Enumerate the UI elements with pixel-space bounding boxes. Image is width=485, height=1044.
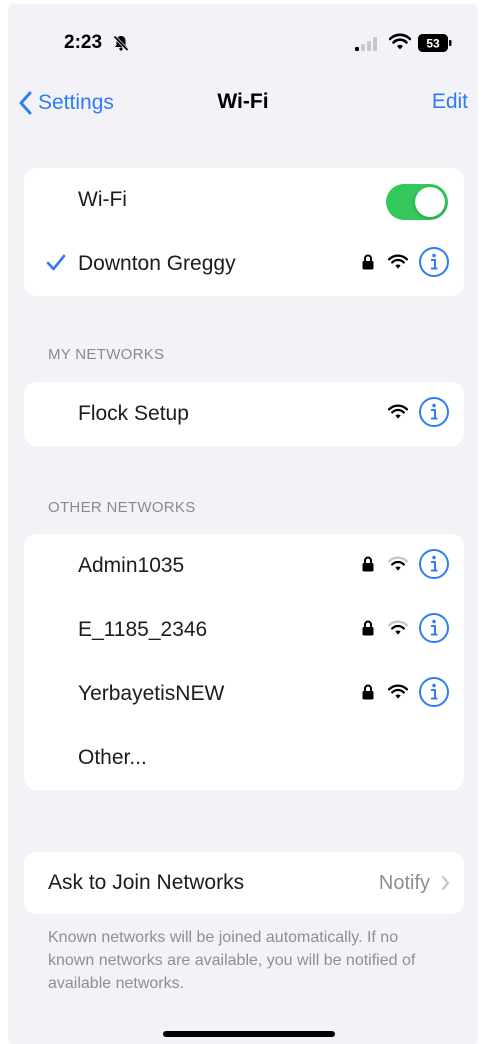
- connected-network-row[interactable]: Downton Greggy: [24, 232, 464, 296]
- ask-to-join-label: Ask to Join Networks: [48, 871, 245, 894]
- network-row[interactable]: E_1185_2346: [24, 598, 464, 662]
- ask-to-join-value: Notify: [378, 872, 430, 894]
- network-status-icons: [362, 598, 450, 662]
- network-row[interactable]: Flock Setup: [24, 382, 464, 446]
- my-networks-card: Flock Setup: [24, 382, 464, 446]
- wifi-signal-icon: [387, 684, 409, 705]
- chevron-right-icon: [441, 875, 450, 896]
- battery-level: 53: [426, 37, 440, 51]
- cellular-signal-icon: [355, 37, 379, 56]
- phone-screen: 2:23 53 Settings Wi-Fi Edit Wi-Fi Downto…: [8, 4, 478, 1044]
- lock-icon: [362, 254, 374, 275]
- info-icon[interactable]: [418, 548, 450, 585]
- other-networks-header: OTHER NETWORKS: [48, 499, 196, 516]
- wifi-signal-icon: [387, 404, 409, 425]
- connected-network-name: Downton Greggy: [78, 252, 236, 275]
- wifi-toggle-label: Wi-Fi: [78, 188, 127, 211]
- network-status-icons: [362, 534, 450, 598]
- checkmark-icon: [46, 254, 66, 277]
- other-networks-card: Admin1035 E_1185_2346 YerbayetisNEW Othe…: [24, 534, 464, 790]
- ask-to-join-row[interactable]: Ask to Join Networks Notify: [24, 852, 464, 914]
- network-status-icons: [362, 662, 450, 726]
- ask-to-join-footnote: Known networks will be joined automatica…: [48, 929, 416, 992]
- wifi-signal-icon: [387, 254, 409, 275]
- network-name: E_1185_2346: [78, 618, 208, 641]
- my-networks-header: MY NETWORKS: [48, 346, 165, 363]
- wifi-signal-icon: [387, 620, 409, 641]
- wifi-signal-icon: [387, 556, 409, 577]
- wifi-card: Wi-Fi Downton Greggy: [24, 168, 464, 296]
- wifi-toggle[interactable]: [386, 184, 448, 220]
- network-name: Flock Setup: [78, 402, 189, 425]
- info-icon[interactable]: [418, 246, 450, 283]
- network-name: Admin1035: [78, 554, 185, 577]
- status-wifi-icon: [388, 33, 412, 56]
- home-indicator[interactable]: [163, 1031, 335, 1037]
- info-icon[interactable]: [418, 612, 450, 649]
- other-network-row[interactable]: Other...: [24, 726, 464, 790]
- network-status-icons: [362, 232, 450, 296]
- battery-icon: 53: [418, 34, 452, 57]
- other-network-label: Other...: [78, 746, 147, 769]
- network-name: YerbayetisNEW: [78, 682, 225, 705]
- bell-slash-icon: [112, 34, 130, 57]
- lock-icon: [362, 684, 374, 705]
- info-icon[interactable]: [418, 396, 450, 433]
- wifi-toggle-row: Wi-Fi: [24, 168, 464, 232]
- network-status-icons: [387, 382, 450, 446]
- edit-button[interactable]: Edit: [432, 90, 468, 114]
- lock-icon: [362, 620, 374, 641]
- status-bar: 2:23 53: [8, 4, 478, 84]
- status-time: 2:23: [64, 32, 103, 53]
- network-row[interactable]: Admin1035: [24, 534, 464, 598]
- toggle-knob: [415, 187, 445, 217]
- lock-icon: [362, 556, 374, 577]
- info-icon[interactable]: [418, 676, 450, 713]
- network-row[interactable]: YerbayetisNEW: [24, 662, 464, 726]
- page-title: Wi-Fi: [217, 90, 269, 113]
